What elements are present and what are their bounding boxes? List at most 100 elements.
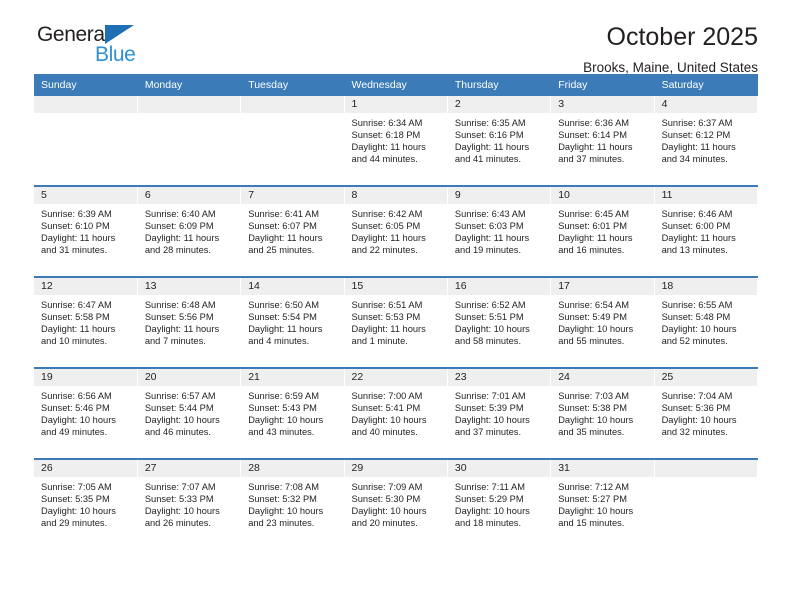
day-number: 1 — [344, 96, 447, 113]
page-header: General Blue October 2025 Brooks, Maine,… — [34, 0, 759, 75]
sunrise-line: Sunrise: 7:04 AM — [661, 391, 733, 401]
day-cell[interactable]: 6 Sunrise: 6:40 AM Sunset: 6:09 PM Dayli… — [137, 185, 242, 277]
calendar-week-row: 19 Sunrise: 6:56 AM Sunset: 5:46 PM Dayl… — [34, 367, 759, 459]
day-cell[interactable]: 3 Sunrise: 6:36 AM Sunset: 6:14 PM Dayli… — [550, 96, 655, 186]
daylight-line-1: Daylight: 11 hours — [351, 324, 426, 335]
day-cell[interactable]: 22 Sunrise: 7:00 AM Sunset: 5:41 PM Dayl… — [344, 367, 448, 459]
general-blue-logo[interactable]: General Blue — [34, 22, 164, 70]
day-cell[interactable]: 24 Sunrise: 7:03 AM Sunset: 5:38 PM Dayl… — [550, 367, 655, 459]
page-title: October 2025 — [606, 23, 759, 51]
daylight-line-2: and 52 minutes. — [661, 336, 728, 347]
sunrise-line: Sunrise: 7:07 AM — [144, 482, 216, 492]
day-cell[interactable]: 18 Sunrise: 6:55 AM Sunset: 5:48 PM Dayl… — [654, 276, 759, 368]
calendar-week-row: 12 Sunrise: 6:47 AM Sunset: 5:58 PM Dayl… — [34, 276, 759, 368]
day-details: Sunrise: 7:07 AM Sunset: 5:33 PM Dayligh… — [138, 477, 240, 529]
day-cell[interactable]: 16 Sunrise: 6:52 AM Sunset: 5:51 PM Dayl… — [447, 276, 552, 368]
sunset-line: Sunset: 5:48 PM — [661, 312, 731, 323]
day-cell[interactable]: 31 Sunrise: 7:12 AM Sunset: 5:27 PM Dayl… — [550, 458, 655, 549]
daylight-line-1: Daylight: 11 hours — [351, 233, 426, 244]
daylight-line-2: and 26 minutes. — [144, 518, 211, 529]
daylight-line-1: Daylight: 11 hours — [661, 233, 736, 244]
daylight-line-1: Daylight: 10 hours — [351, 506, 427, 517]
day-number: 12 — [34, 278, 137, 295]
weekday-header-tuesday: Tuesday — [240, 74, 345, 96]
daylight-line-2: and 31 minutes. — [41, 245, 108, 256]
day-cell[interactable]: 30 Sunrise: 7:11 AM Sunset: 5:29 PM Dayl… — [447, 458, 552, 549]
day-cell[interactable]: 10 Sunrise: 6:45 AM Sunset: 6:01 PM Dayl… — [550, 185, 655, 277]
sunset-line: Sunset: 5:27 PM — [558, 494, 627, 505]
sunset-line: Sunset: 5:32 PM — [248, 494, 317, 505]
daylight-line-1: Daylight: 11 hours — [661, 142, 736, 153]
day-details: Sunrise: 7:00 AM Sunset: 5:41 PM Dayligh… — [345, 386, 447, 438]
day-cell[interactable]: 17 Sunrise: 6:54 AM Sunset: 5:49 PM Dayl… — [550, 276, 655, 368]
day-details: Sunrise: 7:05 AM Sunset: 5:35 PM Dayligh… — [34, 477, 137, 529]
sunset-line: Sunset: 6:12 PM — [661, 130, 731, 141]
sunset-line: Sunset: 6:00 PM — [661, 221, 731, 232]
day-cell[interactable]: 25 Sunrise: 7:04 AM Sunset: 5:36 PM Dayl… — [654, 367, 759, 459]
day-cell[interactable]: 20 Sunrise: 6:57 AM Sunset: 5:44 PM Dayl… — [137, 367, 242, 459]
sunrise-line: Sunrise: 6:45 AM — [558, 209, 630, 219]
day-cell[interactable]: 2 Sunrise: 6:35 AM Sunset: 6:16 PM Dayli… — [447, 96, 552, 186]
weekday-header-sunday: Sunday — [34, 74, 138, 96]
day-number: 22 — [344, 369, 447, 386]
day-cell[interactable]: 29 Sunrise: 7:09 AM Sunset: 5:30 PM Dayl… — [344, 458, 448, 549]
logo-triangle-icon — [105, 25, 134, 44]
daylight-line-2: and 20 minutes. — [351, 518, 418, 529]
daylight-line-1: Daylight: 10 hours — [558, 324, 634, 335]
day-cell[interactable]: 23 Sunrise: 7:01 AM Sunset: 5:39 PM Dayl… — [447, 367, 552, 459]
day-details: Sunrise: 6:45 AM Sunset: 6:01 PM Dayligh… — [551, 204, 653, 256]
day-cell[interactable]: 11 Sunrise: 6:46 AM Sunset: 6:00 PM Dayl… — [654, 185, 759, 277]
day-cell[interactable]: 1 Sunrise: 6:34 AM Sunset: 6:18 PM Dayli… — [344, 96, 448, 186]
day-cell[interactable]: 21 Sunrise: 6:59 AM Sunset: 5:43 PM Dayl… — [240, 367, 345, 459]
daylight-line-2: and 10 minutes. — [41, 336, 108, 347]
day-number: 5 — [34, 187, 137, 204]
day-number: 16 — [447, 278, 551, 295]
sunset-line: Sunset: 5:46 PM — [41, 403, 110, 414]
day-cell — [34, 96, 138, 186]
day-number: 31 — [551, 460, 654, 477]
day-cell[interactable]: 9 Sunrise: 6:43 AM Sunset: 6:03 PM Dayli… — [447, 185, 552, 277]
daylight-line-1: Daylight: 10 hours — [41, 506, 116, 517]
day-cell[interactable]: 8 Sunrise: 6:42 AM Sunset: 6:05 PM Dayli… — [344, 185, 448, 277]
daylight-line-1: Daylight: 11 hours — [248, 324, 323, 335]
day-cell[interactable]: 28 Sunrise: 7:08 AM Sunset: 5:32 PM Dayl… — [240, 458, 345, 549]
sunset-line: Sunset: 6:05 PM — [351, 221, 421, 232]
sunset-line: Sunset: 6:10 PM — [41, 221, 110, 232]
day-details: Sunrise: 6:46 AM Sunset: 6:00 PM Dayligh… — [655, 204, 757, 256]
sunrise-line: Sunrise: 7:00 AM — [351, 391, 423, 401]
sunrise-line: Sunrise: 6:37 AM — [661, 118, 733, 128]
daylight-line-1: Daylight: 11 hours — [144, 324, 220, 335]
daylight-line-1: Daylight: 10 hours — [144, 415, 220, 426]
day-number: 25 — [654, 369, 757, 386]
day-number: 24 — [551, 369, 654, 386]
daylight-line-2: and 34 minutes. — [661, 154, 728, 165]
calendar-body: 1 Sunrise: 6:34 AM Sunset: 6:18 PM Dayli… — [34, 96, 759, 549]
day-cell[interactable]: 4 Sunrise: 6:37 AM Sunset: 6:12 PM Dayli… — [654, 96, 759, 186]
daylight-line-1: Daylight: 10 hours — [454, 324, 530, 335]
day-cell[interactable]: 19 Sunrise: 6:56 AM Sunset: 5:46 PM Dayl… — [34, 367, 138, 459]
daylight-line-1: Daylight: 10 hours — [41, 415, 116, 426]
daylight-line-2: and 23 minutes. — [248, 518, 315, 529]
day-cell[interactable]: 12 Sunrise: 6:47 AM Sunset: 5:58 PM Dayl… — [34, 276, 138, 368]
daylight-line-2: and 4 minutes. — [248, 336, 310, 347]
day-cell[interactable]: 26 Sunrise: 7:05 AM Sunset: 5:35 PM Dayl… — [34, 458, 138, 549]
daylight-line-2: and 35 minutes. — [558, 427, 625, 438]
sunrise-line: Sunrise: 6:41 AM — [248, 209, 319, 219]
day-number — [241, 96, 344, 113]
daylight-line-1: Daylight: 11 hours — [558, 233, 633, 244]
day-cell[interactable]: 27 Sunrise: 7:07 AM Sunset: 5:33 PM Dayl… — [137, 458, 242, 549]
day-cell[interactable]: 15 Sunrise: 6:51 AM Sunset: 5:53 PM Dayl… — [344, 276, 448, 368]
sunset-line: Sunset: 5:51 PM — [454, 312, 524, 323]
day-number — [137, 96, 241, 113]
sunset-line: Sunset: 6:18 PM — [351, 130, 421, 141]
calendar-page: General Blue October 2025 Brooks, Maine,… — [0, 0, 792, 612]
daylight-line-1: Daylight: 10 hours — [661, 415, 737, 426]
daylight-line-1: Daylight: 10 hours — [351, 415, 427, 426]
daylight-line-1: Daylight: 11 hours — [454, 142, 530, 153]
day-cell[interactable]: 5 Sunrise: 6:39 AM Sunset: 6:10 PM Dayli… — [34, 185, 138, 277]
day-cell[interactable]: 14 Sunrise: 6:50 AM Sunset: 5:54 PM Dayl… — [240, 276, 345, 368]
day-cell[interactable]: 13 Sunrise: 6:48 AM Sunset: 5:56 PM Dayl… — [137, 276, 242, 368]
day-number: 26 — [34, 460, 137, 477]
sunrise-line: Sunrise: 6:43 AM — [454, 209, 526, 219]
day-cell[interactable]: 7 Sunrise: 6:41 AM Sunset: 6:07 PM Dayli… — [240, 185, 345, 277]
